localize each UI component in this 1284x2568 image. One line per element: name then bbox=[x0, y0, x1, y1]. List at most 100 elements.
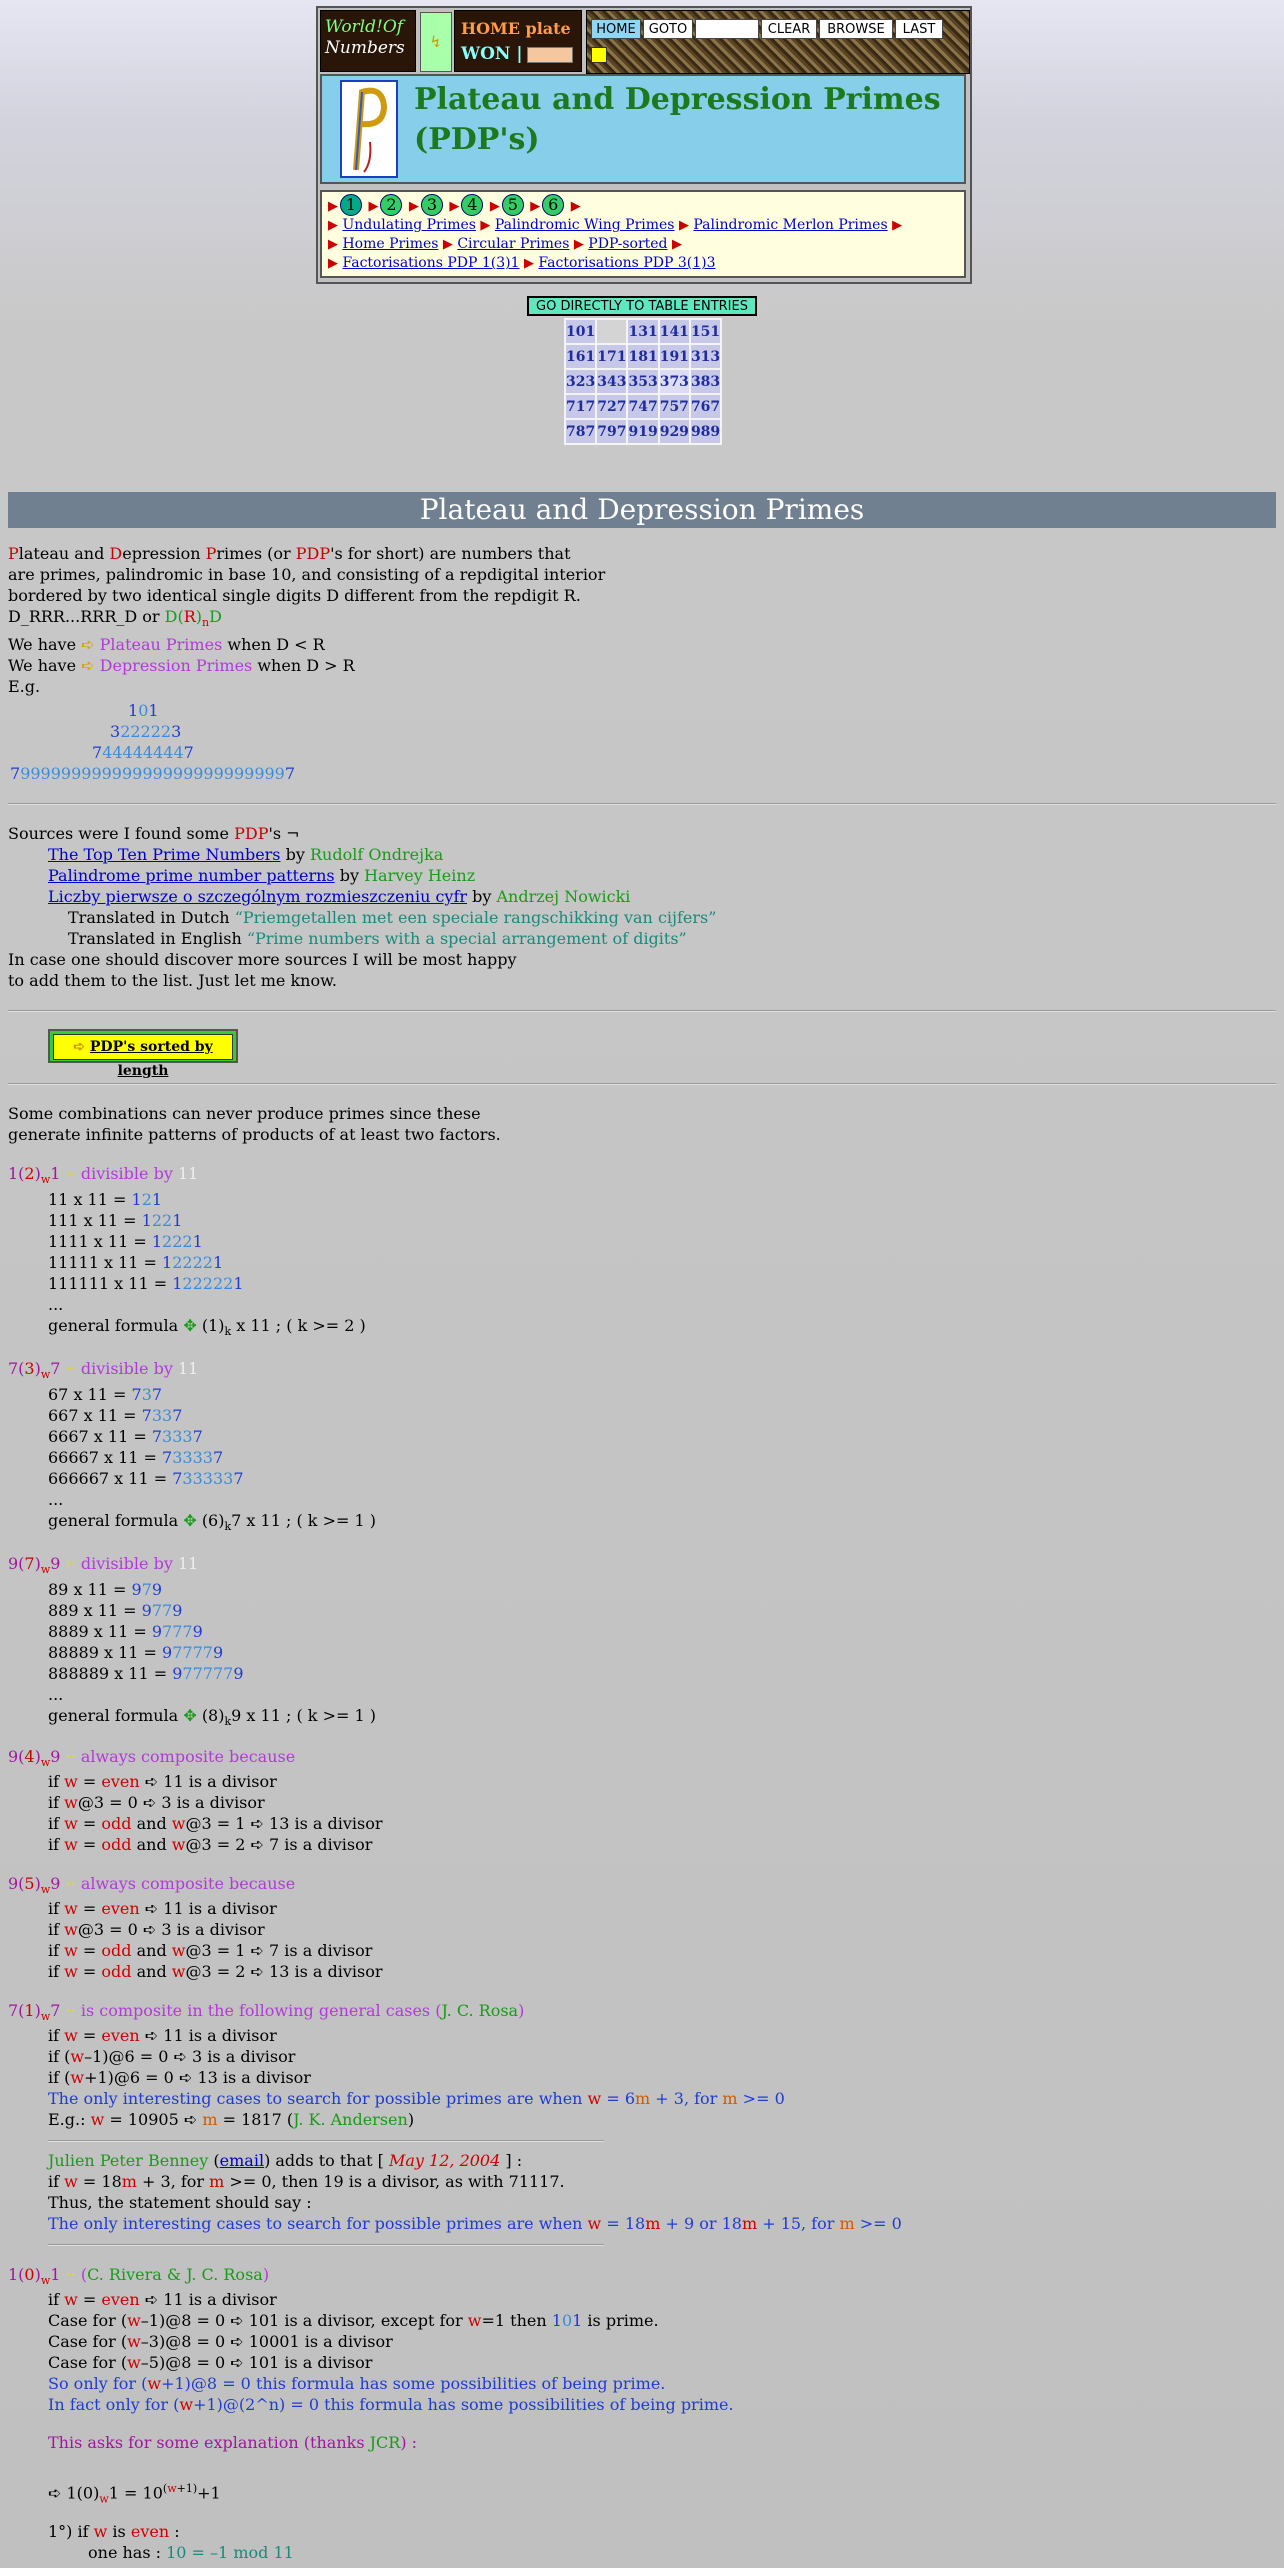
condition-line: if w@3 = 0 ➪ 3 is a divisor bbox=[48, 1793, 265, 1812]
entry-cell[interactable]: 797 bbox=[597, 420, 627, 443]
source-item: The Top Ten Prime Numbers by Rudolf Ondr… bbox=[48, 845, 444, 864]
interesting-cases: The only interesting cases to search for… bbox=[48, 2089, 785, 2108]
pattern-heading-979: 9(7)w9 ·· divisible by 11 bbox=[8, 1554, 199, 1577]
arrow-icon: ➪ bbox=[178, 2068, 193, 2087]
won-input[interactable] bbox=[526, 46, 573, 63]
home-plate-button[interactable]: HOME plate WON | bbox=[454, 10, 582, 72]
benney-statement: Thus, the statement should say : bbox=[48, 2193, 312, 2212]
source-link-liczby[interactable]: Liczby pierwsze o szczególnym rozmieszcz… bbox=[48, 887, 467, 906]
entry-cell[interactable]: 171 bbox=[597, 345, 627, 368]
entry-cell[interactable]: 767 bbox=[690, 395, 721, 418]
entry-cell[interactable]: 141 bbox=[659, 320, 689, 343]
translation-dutch: Translated in Dutch “Priemgetallen met e… bbox=[68, 908, 717, 927]
nav-number-2[interactable]: 2 bbox=[380, 194, 403, 216]
entry-cell[interactable]: 343 bbox=[597, 370, 627, 393]
pdp-sorted-by-length-button[interactable]: ➪ PDP's sorted by length bbox=[48, 1029, 238, 1079]
email-link[interactable]: email bbox=[220, 2151, 264, 2170]
arrow-right-icon: ▶ bbox=[530, 199, 541, 214]
nav-number-6[interactable]: 6 bbox=[542, 194, 565, 216]
table-row: 161 171 181 191 313 bbox=[566, 345, 721, 368]
arrow-right-icon: ▶ bbox=[328, 237, 338, 252]
last-button[interactable]: LAST bbox=[895, 19, 943, 39]
link-pdp-sorted[interactable]: PDP-sorted bbox=[588, 236, 667, 252]
case-line: Case for (w–3)@8 = 0 ➪ 10001 is a diviso… bbox=[48, 2332, 393, 2351]
divider bbox=[48, 2140, 604, 2142]
source-link-top-ten[interactable]: The Top Ten Prime Numbers bbox=[48, 845, 281, 864]
entry-cell[interactable]: 353 bbox=[628, 370, 658, 393]
nav-number-1[interactable]: 1 bbox=[340, 194, 362, 216]
entry-cell[interactable]: 373 bbox=[659, 370, 689, 393]
nav-number-4[interactable]: 4 bbox=[461, 194, 484, 216]
arrow-right-icon: ▶ bbox=[408, 199, 419, 214]
in-fact-line: In fact only for (w+1)@(2^n) = 0 this fo… bbox=[48, 2395, 734, 2414]
home-button[interactable]: HOME bbox=[591, 19, 641, 39]
product-row: 888889 x 11 = 9777779 bbox=[48, 1664, 244, 1683]
condition-line: if (w–1)@6 = 0 ➪ 3 is a divisor bbox=[48, 2047, 296, 2066]
entry-cell[interactable]: 919 bbox=[628, 420, 658, 443]
note-icon[interactable] bbox=[591, 47, 607, 63]
entry-cell[interactable]: 101 bbox=[566, 320, 596, 343]
goto-input[interactable] bbox=[695, 19, 759, 39]
world-of-numbers-logo[interactable]: World!Of Numbers bbox=[320, 10, 416, 72]
example-4: 7999999999999999999999999997 bbox=[10, 764, 296, 783]
arrow-right-icon: ▶ bbox=[489, 199, 500, 214]
rotate-icon[interactable]: ↯ bbox=[420, 12, 452, 72]
arrow-icon: ➪ bbox=[144, 1772, 159, 1791]
nav-number-5[interactable]: 5 bbox=[501, 194, 524, 216]
source-link-palindrome-patterns[interactable]: Palindrome prime number patterns bbox=[48, 866, 335, 885]
nav-number-3[interactable]: 3 bbox=[420, 194, 443, 216]
link-palindromic-wing-primes[interactable]: Palindromic Wing Primes bbox=[495, 217, 675, 233]
entry-cell[interactable]: 161 bbox=[566, 345, 596, 368]
entry-cell[interactable]: 131 bbox=[628, 320, 658, 343]
plateau-primes-link[interactable]: Plateau Primes bbox=[100, 635, 223, 654]
condition-line: if w = odd and w@3 = 1 ➪ 13 is a divisor bbox=[48, 1814, 383, 1833]
ellipsis: ... bbox=[48, 1295, 64, 1314]
entry-cell[interactable]: 323 bbox=[566, 370, 596, 393]
arrow-right-icon: ▶ bbox=[573, 237, 584, 252]
arrow-right-icon: ▶ bbox=[328, 199, 338, 214]
link-palindromic-merlon-primes[interactable]: Palindromic Merlon Primes bbox=[693, 217, 887, 233]
entry-cell bbox=[597, 320, 627, 343]
entry-cell[interactable]: 747 bbox=[628, 395, 658, 418]
product-row: 889 x 11 = 9779 bbox=[48, 1601, 183, 1620]
entry-cell[interactable]: 383 bbox=[690, 370, 721, 393]
link-home-primes[interactable]: Home Primes bbox=[342, 236, 438, 252]
link-factorisations-313[interactable]: Factorisations PDP 3(1)3 bbox=[538, 255, 715, 271]
benney-interesting: The only interesting cases to search for… bbox=[48, 2214, 902, 2233]
link-undulating-primes[interactable]: Undulating Primes bbox=[342, 217, 476, 233]
table-row: 717 727 747 757 767 bbox=[566, 395, 721, 418]
clear-button[interactable]: CLEAR bbox=[761, 19, 817, 39]
entry-cell[interactable]: 313 bbox=[690, 345, 721, 368]
entry-cell[interactable]: 989 bbox=[690, 420, 721, 443]
asks-line: This asks for some explanation (thanks J… bbox=[48, 2433, 418, 2452]
browse-button[interactable]: BROWSE bbox=[819, 19, 893, 39]
go-to-table-entries-button[interactable]: GO DIRECTLY TO TABLE ENTRIES bbox=[527, 296, 757, 316]
link-circular-primes[interactable]: Circular Primes bbox=[457, 236, 569, 252]
condition-line: if w = even ➪ 11 is a divisor bbox=[48, 1899, 277, 1918]
case-line: Case for (w–1)@8 = 0 ➪ 101 is a divisor,… bbox=[48, 2311, 659, 2330]
depression-primes-link[interactable]: Depression Primes bbox=[100, 656, 253, 675]
product-row: 11111 x 11 = 122221 bbox=[48, 1253, 224, 1272]
green-arrow-icon: ✥ bbox=[183, 1316, 197, 1335]
entry-cell[interactable]: 757 bbox=[659, 395, 689, 418]
entry-cell[interactable]: 191 bbox=[659, 345, 689, 368]
arrow-icon: ➪ bbox=[230, 2332, 244, 2351]
arrow-icon: ➪ bbox=[250, 1941, 264, 1960]
toolbar: HOME GOTO CLEAR BROWSE LAST bbox=[586, 10, 970, 74]
intro-line-1: Plateau and Depression Primes (or PDP's … bbox=[8, 544, 571, 563]
entry-cell[interactable]: 151 bbox=[690, 320, 721, 343]
condition-line: if w = odd and w@3 = 2 ➪ 7 is a divisor bbox=[48, 1835, 373, 1854]
entry-cell[interactable]: 717 bbox=[566, 395, 596, 418]
arrow-icon: ➪ bbox=[73, 1039, 86, 1055]
entry-cell[interactable]: 787 bbox=[566, 420, 596, 443]
entry-cell[interactable]: 929 bbox=[659, 420, 689, 443]
arrow-right-icon: ▶ bbox=[480, 218, 491, 233]
formula-line: ➪ 1(0)w1 = 10(w+1)+1 bbox=[48, 2482, 221, 2506]
arrow-icon: ➪ bbox=[250, 1962, 264, 1981]
entry-cell[interactable]: 727 bbox=[597, 395, 627, 418]
link-factorisations-131[interactable]: Factorisations PDP 1(3)1 bbox=[342, 255, 519, 271]
arrow-right-icon: ▶ bbox=[892, 218, 903, 233]
product-row: 1111 x 11 = 12221 bbox=[48, 1232, 203, 1251]
entry-cell[interactable]: 181 bbox=[628, 345, 658, 368]
goto-button[interactable]: GOTO bbox=[643, 19, 693, 39]
